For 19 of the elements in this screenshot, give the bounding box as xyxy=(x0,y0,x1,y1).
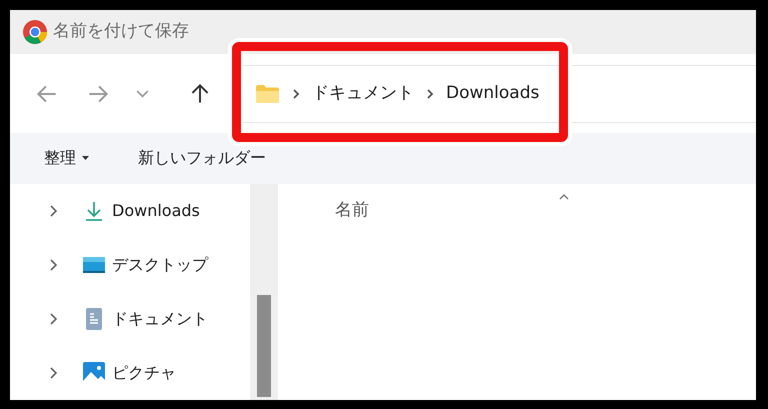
column-header[interactable]: 名前 xyxy=(335,198,369,224)
chevron-down-icon xyxy=(136,90,149,98)
chevron-icon xyxy=(292,88,300,100)
breadcrumb-item[interactable]: ドキュメント xyxy=(312,80,414,106)
organize-menu-button[interactable]: 整理 xyxy=(40,142,94,174)
breadcrumb-item[interactable]: Downloads xyxy=(446,80,540,106)
chevron-icon xyxy=(426,88,434,100)
picture-icon xyxy=(82,361,106,385)
sidebar-item[interactable]: デスクトップ xyxy=(82,253,208,277)
sidebar-item[interactable]: ドキュメント xyxy=(82,307,208,331)
sidebar-item[interactable]: Downloads xyxy=(82,199,200,223)
new-folder-button[interactable]: 新しいフォルダー xyxy=(134,142,270,174)
scrollbar[interactable] xyxy=(250,184,278,400)
sidebar-item[interactable]: ピクチャ xyxy=(82,361,176,385)
app-icon xyxy=(22,19,48,46)
folder-icon xyxy=(255,83,280,104)
scrollbar-thumb[interactable] xyxy=(257,295,271,397)
window-title: 名前を付けて保存 xyxy=(53,20,189,44)
address-bar[interactable]: ドキュメント Downloads xyxy=(243,64,756,123)
